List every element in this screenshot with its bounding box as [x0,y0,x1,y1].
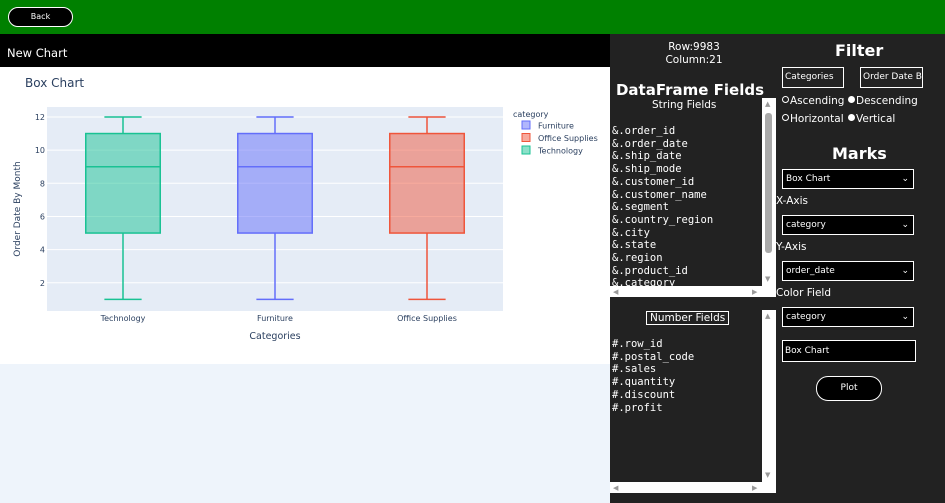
legend-item: Furniture [538,122,574,131]
string-fields-label: String Fields [652,99,717,111]
list-item[interactable]: &.segment [612,201,713,214]
list-item[interactable]: #.profit [612,402,694,415]
radio-selected-icon [848,114,855,121]
color-field-label: Color Field [776,287,831,299]
chevron-down-icon: ⌄ [901,312,909,322]
radio-selected-icon [848,96,855,103]
page-title: New Chart [7,46,68,60]
row-count: Row:9983 [668,41,720,53]
descending-radio[interactable]: Descending [848,95,918,107]
marks-title: Marks [832,144,887,163]
filter-title: Filter [835,41,884,60]
y-tick-label: 8 [40,179,45,188]
dataset-info: Row:9983 Column:21 [660,41,728,67]
filter-field-order-date[interactable]: Order Date By [860,67,923,88]
x-tick-label: Technology [100,314,146,323]
list-item[interactable]: &.ship_date [612,150,713,163]
x-axis-label: X-Axis [776,195,809,207]
dataframe-fields-title: DataFrame Fields [615,81,765,99]
list-item[interactable]: &.country_region [612,214,713,227]
string-fields-list[interactable]: &.order_id &.order_date &.ship_date &.ship_… [612,125,713,286]
back-button[interactable]: Back [8,7,73,27]
plot-button[interactable]: Plot [816,376,882,401]
top-bar: Back [0,0,945,34]
list-item[interactable]: &.customer_name [612,189,713,202]
scroll-down-icon[interactable]: ▼ [765,471,770,479]
list-item[interactable]: &.customer_id [612,176,713,189]
list-item[interactable]: #.discount [612,389,694,402]
list-item[interactable]: &.ship_mode [612,163,713,176]
scroll-right-icon[interactable]: ▶ [752,484,757,492]
list-item[interactable]: #.quantity [612,376,694,389]
scroll-up-icon[interactable]: ▲ [765,312,770,320]
legend-item: Technology [537,147,583,156]
chevron-down-icon: ⌄ [901,220,909,230]
legend-item: Office Supplies [538,134,598,143]
radio-unselected-icon [782,114,789,121]
x-axis-select[interactable]: category ⌄ [782,215,914,235]
side-panel: Row:9983 Column:21 DataFrame Fields Stri… [610,34,945,503]
box [237,132,313,234]
y-tick-label: 12 [35,113,45,122]
number-fields-list[interactable]: #.row_id #.postal_code #.sales #.quantity #.… [612,338,694,414]
color-field-select[interactable]: category ⌄ [782,307,914,327]
legend-title: category [513,110,549,119]
chart-title: Box Chart [25,76,84,90]
chevron-down-icon: ⌄ [901,174,909,184]
string-fields-box: String Fields &.order_id &.order_date &.sh… [610,98,776,297]
list-item[interactable]: &.state [612,239,713,252]
box-chart: Box Chart 2 4 6 8 10 12 Technology Furniture Of… [13,76,598,342]
y-axis-label: Y-Axis [776,241,807,253]
radio-unselected-icon [782,96,789,103]
list-item[interactable]: #.sales [612,363,694,376]
list-item[interactable]: &.category [612,277,713,286]
list-item[interactable]: &.product_id [612,265,713,278]
y-tick-label: 4 [40,246,45,255]
x-tick-label: Office Supplies [397,314,457,323]
y-axis-select[interactable]: order_date ⌄ [782,261,914,281]
y-tick-label: 2 [40,279,45,288]
string-fields-vscroll[interactable]: ▲ ▼ [762,98,776,286]
box [389,132,465,234]
scroll-up-icon[interactable]: ▲ [765,100,770,108]
horizontal-radio[interactable]: Horizontal [782,113,844,125]
box [85,132,161,234]
number-fields-label: Number Fields [646,311,730,325]
x-tick-label: Furniture [257,314,293,323]
list-item[interactable]: &.order_date [612,138,713,151]
list-item[interactable]: &.order_id [612,125,713,138]
title-bar: New Chart [0,34,610,67]
scroll-thumb[interactable] [765,113,772,253]
chart-name-input[interactable]: Box Chart [782,340,916,362]
y-tick-label: 10 [35,146,45,155]
ascending-radio[interactable]: Ascending [782,95,844,107]
chart-type-select[interactable]: Box Chart ⌄ [782,169,914,189]
list-item[interactable]: #.row_id [612,338,694,351]
vertical-radio[interactable]: Vertical [848,113,895,125]
x-axis-title: Categories [249,331,300,342]
legend-swatch [521,133,531,142]
legend-swatch [521,120,531,130]
list-item[interactable]: &.city [612,227,713,240]
chart-area: Box Chart 2 4 6 8 10 12 Technology Furniture Of… [0,67,610,364]
column-count: Column:21 [665,54,723,66]
chevron-down-icon: ⌄ [901,266,909,276]
legend-swatch [521,145,531,155]
scroll-down-icon[interactable]: ▼ [765,275,770,283]
scroll-left-icon[interactable]: ◀ [613,288,618,296]
scroll-right-icon[interactable]: ▶ [752,288,757,296]
number-fields-box: Number Fields #.row_id #.postal_code #.sal… [610,310,776,493]
list-item[interactable]: &.region [612,252,713,265]
y-axis-title: Order Date By Month [13,161,23,256]
y-tick-label: 6 [40,212,45,221]
list-item[interactable]: #.postal_code [612,351,694,364]
number-fields-vscroll[interactable]: ▲ ▼ [762,310,776,482]
scroll-left-icon[interactable]: ◀ [613,484,618,492]
filter-field-categories[interactable]: Categories [782,67,844,88]
